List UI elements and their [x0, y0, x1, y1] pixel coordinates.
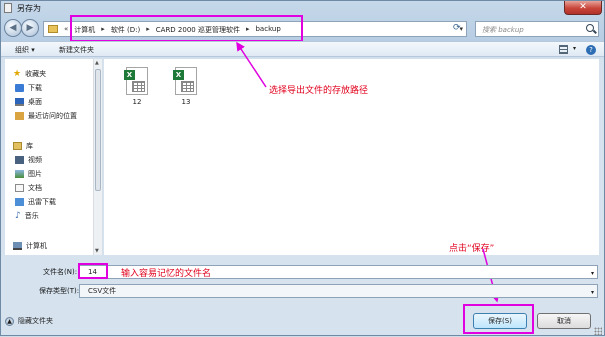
- save-highlight-box: [463, 304, 534, 334]
- save-as-dialog: 另存为 ✕ ◀ ▶ « 计算机 ▸ 软件 (D:) ▸ CARD 2000 巡更…: [0, 0, 605, 336]
- filename-highlight-box: [78, 263, 108, 279]
- filename-annotation: 输入容易记忆的文件名: [121, 269, 212, 279]
- hide-folders-toggle[interactable]: ▲ 隐藏文件夹: [5, 316, 53, 326]
- chevron-down-icon[interactable]: ▾: [591, 268, 594, 280]
- save-form: 文件名(N): 14 ▾ 输入容易记忆的文件名 保存类型(T): CSV文件 ▾…: [1, 257, 604, 337]
- filename-label: 文件名(N):: [43, 268, 78, 276]
- cancel-button[interactable]: 取消: [537, 313, 591, 329]
- chevron-up-icon: ▲: [5, 316, 14, 326]
- chevron-down-icon[interactable]: ▾: [591, 287, 594, 299]
- filetype-select[interactable]: CSV文件 ▾: [79, 284, 598, 298]
- filetype-label: 保存类型(T):: [39, 287, 80, 295]
- path-arrow: [236, 41, 267, 88]
- resize-grip[interactable]: [594, 327, 602, 335]
